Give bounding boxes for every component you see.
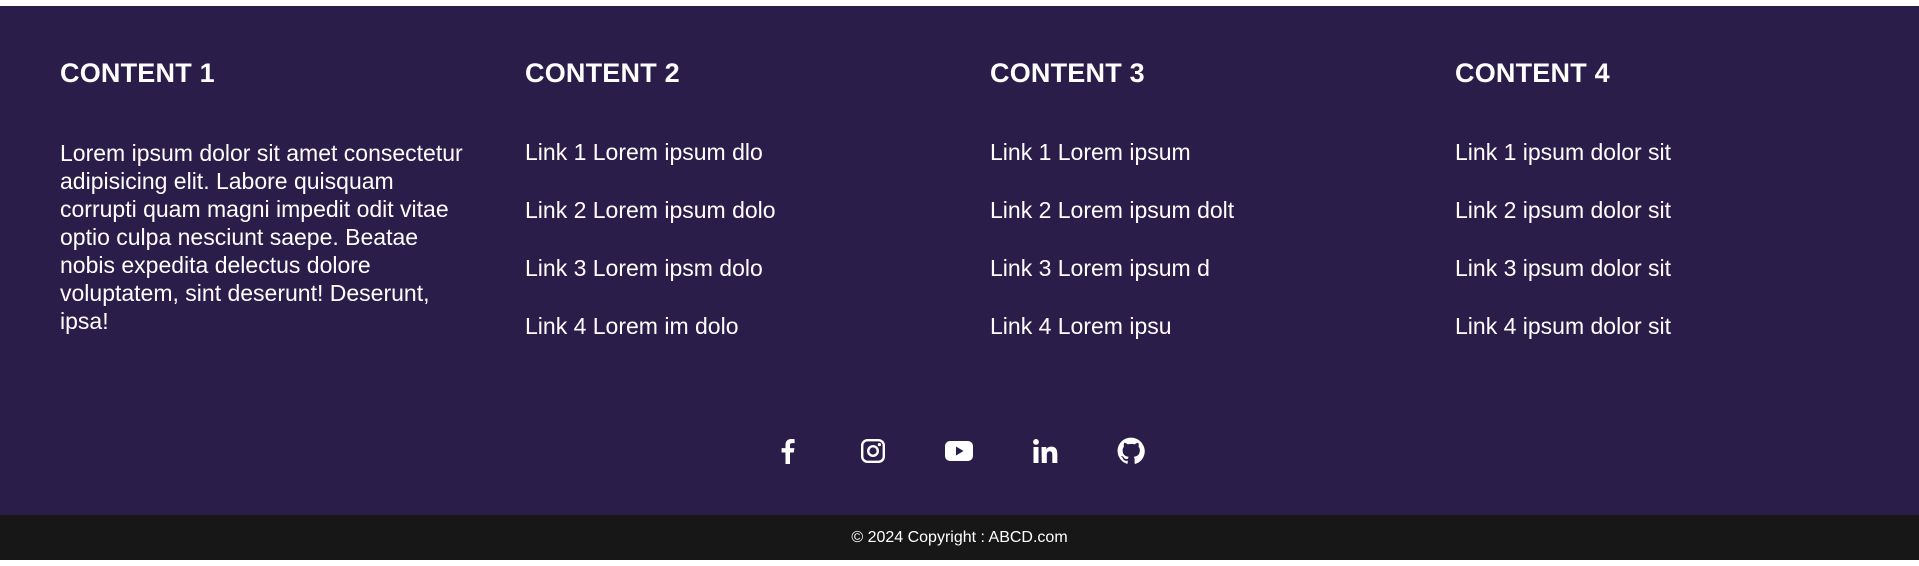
list-item: Link 3 ipsum dolor sit	[1455, 254, 1671, 312]
link-list: Link 1 Lorem ipsum Link 2 Lorem ipsum do…	[990, 138, 1234, 370]
list-item: Link 2 Lorem ipsum dolo	[525, 196, 776, 254]
footer-link[interactable]: Link 2 ipsum dolor sit	[1455, 197, 1671, 223]
footer-link[interactable]: Link 3 Lorem ipsum d	[990, 255, 1210, 281]
list-item: Link 4 Lorem im dolo	[525, 312, 776, 370]
column-heading: CONTENT 2	[525, 58, 680, 88]
link-list: Link 1 Lorem ipsum dlo Link 2 Lorem ipsu…	[525, 138, 776, 370]
footer-link[interactable]: Link 1 Lorem ipsum	[990, 139, 1191, 165]
footer-link[interactable]: Link 1 Lorem ipsum dlo	[525, 139, 763, 165]
footer-link[interactable]: Link 4 ipsum dolor sit	[1455, 313, 1671, 339]
instagram-icon[interactable]	[854, 432, 892, 470]
footer-link[interactable]: Link 2 Lorem ipsum dolt	[990, 197, 1234, 223]
column-description: Lorem ipsum dolor sit amet consectetur a…	[60, 140, 463, 334]
copyright-bar: © 2024 Copyright : ABCD.com	[0, 515, 1919, 560]
column-heading: CONTENT 3	[990, 58, 1145, 88]
footer-link[interactable]: Link 4 Lorem ipsu	[990, 313, 1172, 339]
column-heading: CONTENT 1	[60, 58, 215, 88]
list-item: Link 2 ipsum dolor sit	[1455, 196, 1671, 254]
footer-link[interactable]: Link 1 ipsum dolor sit	[1455, 139, 1671, 165]
list-item: Link 3 Lorem ipsum d	[990, 254, 1234, 312]
list-item: Link 4 ipsum dolor sit	[1455, 312, 1671, 370]
list-item: Link 2 Lorem ipsum dolt	[990, 196, 1234, 254]
linkedin-icon[interactable]	[1026, 432, 1064, 470]
youtube-icon[interactable]	[940, 432, 978, 470]
list-item: Link 4 Lorem ipsu	[990, 312, 1234, 370]
footer-link[interactable]: Link 4 Lorem im dolo	[525, 313, 739, 339]
list-item: Link 1 Lorem ipsum dlo	[525, 138, 776, 196]
footer-link[interactable]: Link 3 Lorem ipsm dolo	[525, 255, 763, 281]
footer-link[interactable]: Link 3 ipsum dolor sit	[1455, 255, 1671, 281]
link-list: Link 1 ipsum dolor sit Link 2 ipsum dolo…	[1455, 138, 1671, 370]
page-bottom-edge	[0, 560, 1919, 566]
list-item: Link 1 ipsum dolor sit	[1455, 138, 1671, 196]
list-item: Link 1 Lorem ipsum	[990, 138, 1234, 196]
site-footer: CONTENT 1 Lorem ipsum dolor sit amet con…	[0, 6, 1919, 515]
github-icon[interactable]	[1112, 432, 1150, 470]
facebook-icon[interactable]	[768, 432, 806, 470]
footer-link[interactable]: Link 2 Lorem ipsum dolo	[525, 197, 776, 223]
list-item: Link 3 Lorem ipsm dolo	[525, 254, 776, 312]
copyright-text: © 2024 Copyright : ABCD.com	[851, 529, 1068, 546]
social-links	[768, 432, 1150, 470]
column-heading: CONTENT 4	[1455, 58, 1610, 88]
